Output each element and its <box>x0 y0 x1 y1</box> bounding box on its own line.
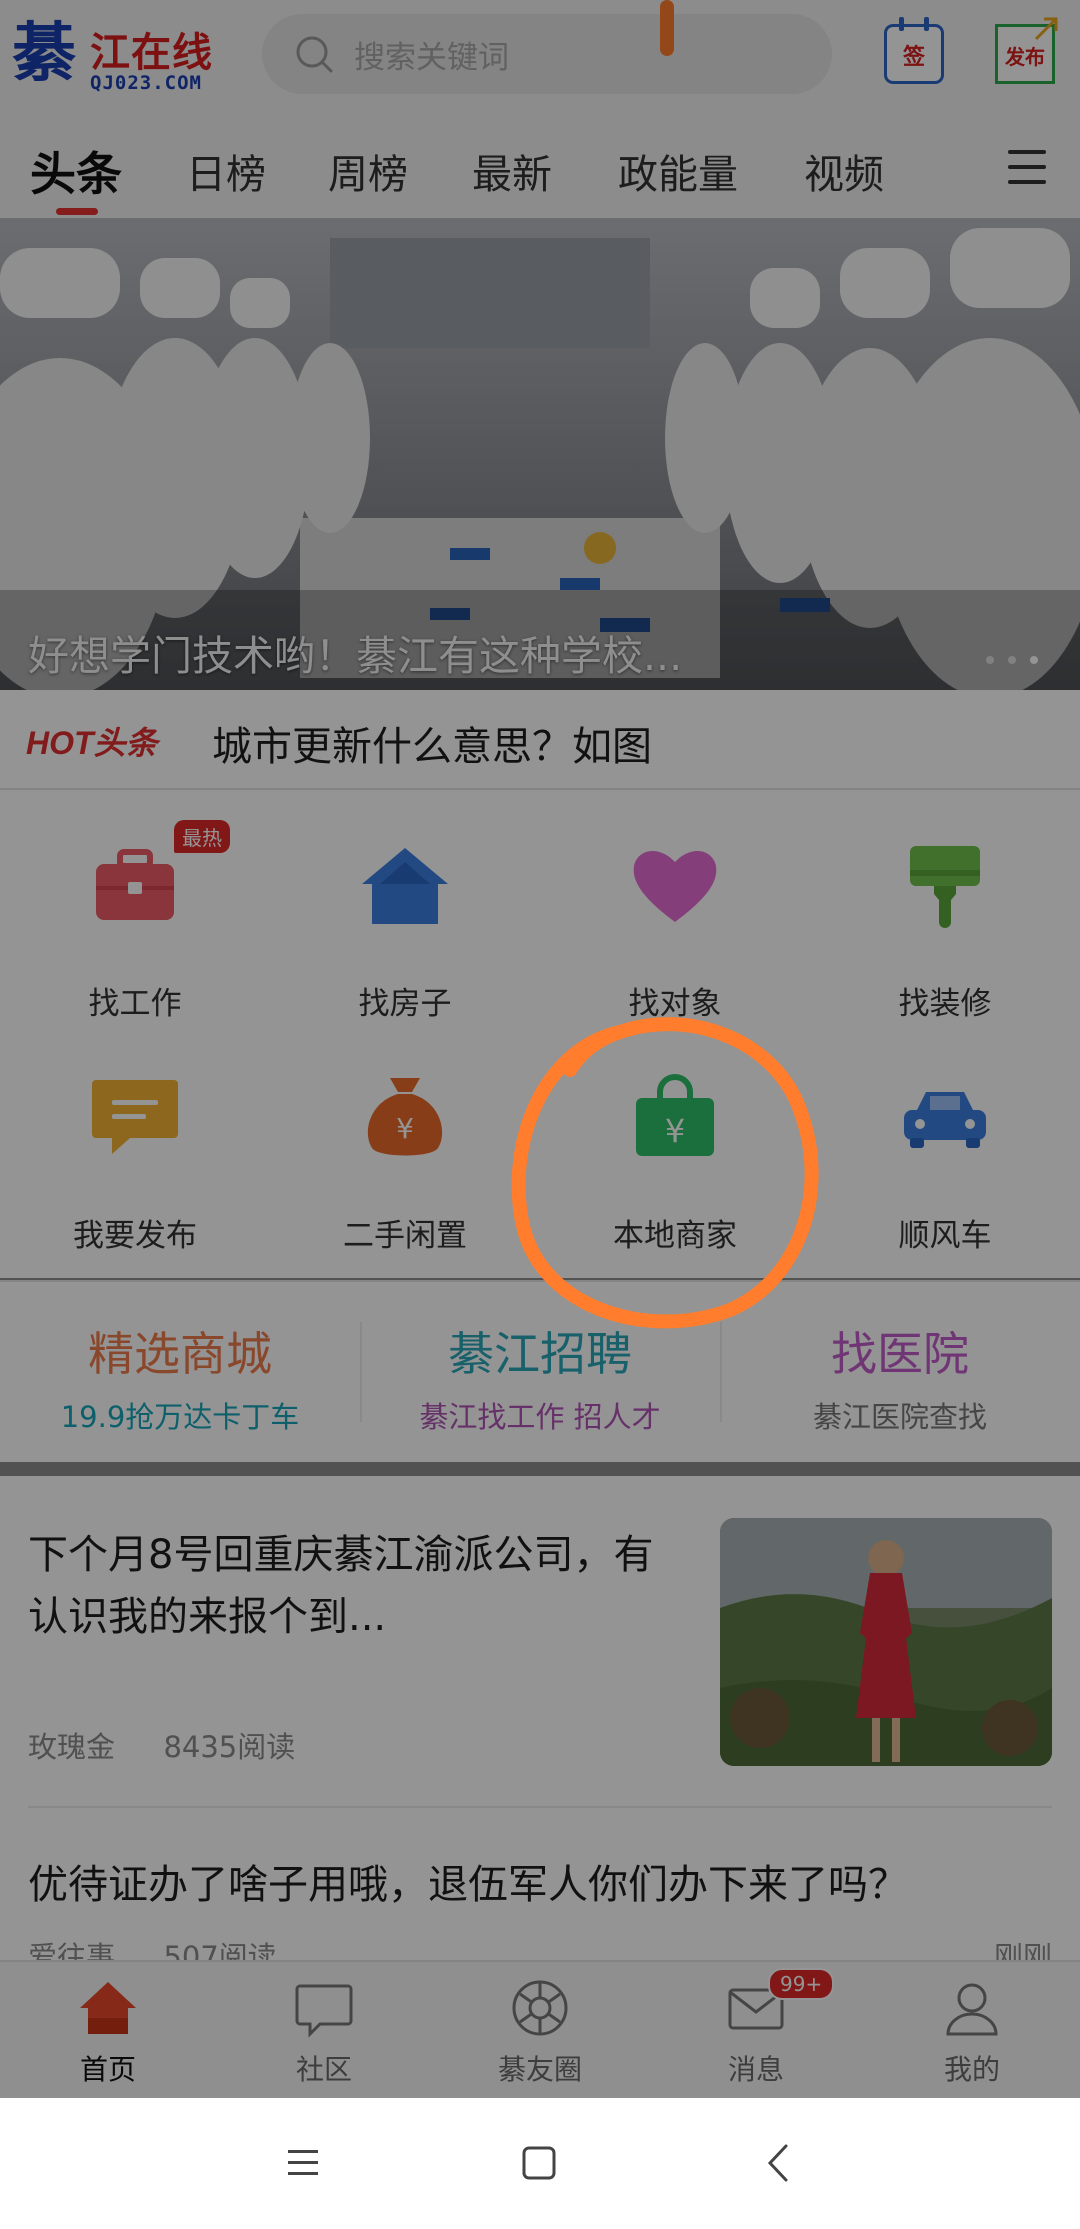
article-thumbnail <box>720 1518 1052 1766</box>
tab-latest[interactable]: 最新 <box>472 142 552 200</box>
grid-item-label: 我要发布 <box>73 1218 197 1254</box>
house-icon <box>362 848 448 924</box>
arrow-icon <box>1034 17 1058 41</box>
svg-text:¥: ¥ <box>396 1112 414 1145</box>
car-icon <box>904 1092 986 1148</box>
promo-mall[interactable]: 精选商城 19.9抢万达卡丁车 <box>0 1282 360 1462</box>
annotation-circle <box>511 1017 819 1329</box>
sign-in-button[interactable]: 签 <box>884 17 944 84</box>
tab-video[interactable]: 视频 <box>804 142 884 200</box>
promo-subtitle: 綦江找工作 招人才 <box>419 1400 661 1434</box>
grid-item-find-job[interactable]: 最热 找工作 <box>0 790 270 1022</box>
bottom-navigation: 首页 社区 綦友圈 99+ 消息 我的 <box>0 1960 1080 2100</box>
hot-headline-text: 城市更新什么意思？如图 <box>212 724 652 770</box>
menu-icon[interactable] <box>1008 150 1046 184</box>
system-navigation-bar <box>0 2098 1080 2229</box>
nav-messages[interactable]: 99+ 消息 <box>648 1962 864 2100</box>
grid-item-label: 顺风车 <box>898 1218 992 1254</box>
nav-friends-circle[interactable]: 綦友圈 <box>432 1962 648 2100</box>
search-bar[interactable]: 搜索关键词 <box>262 14 832 94</box>
tab-daily[interactable]: 日榜 <box>186 142 266 200</box>
grid-item-find-renovation[interactable]: 找装修 <box>810 790 1080 1022</box>
home-square-icon[interactable] <box>516 2140 562 2186</box>
article-title: 优待证办了啥子用哦，退伍军人你们办下来了吗？ <box>28 1862 908 1908</box>
promo-subtitle: 綦江医院查找 <box>812 1400 987 1434</box>
briefcase-icon <box>96 849 174 920</box>
search-icon <box>296 36 333 73</box>
article-reads: 8435阅读 <box>163 1730 296 1764</box>
grid-item-carpool[interactable]: 顺风车 <box>810 1022 1080 1254</box>
message-icon <box>92 1080 178 1154</box>
nav-community[interactable]: 社区 <box>216 1962 432 2100</box>
nav-label: 社区 <box>295 2053 352 2086</box>
hot-tag: HOT头条 <box>26 725 158 761</box>
logo-url: QJ023.COM <box>90 72 202 94</box>
banner-caption: 好想学门技术哟！綦江有这种学校... <box>28 632 683 680</box>
grid-item-find-house[interactable]: 找房子 <box>270 790 540 1022</box>
hot-badge: 最热 <box>174 820 230 853</box>
carousel-dot-active <box>1030 656 1038 664</box>
divider <box>28 1806 1052 1808</box>
chat-icon <box>295 1984 353 2038</box>
article-feed: 下个月8号回重庆綦江渝派公司，有认识我的来报个到... 玫瑰金 8435阅读 优… <box>0 1476 1080 1974</box>
search-placeholder: 搜索关键词 <box>354 40 509 76</box>
nav-home[interactable]: 首页 <box>0 1962 216 2100</box>
article-author: 玫瑰金 <box>28 1730 116 1764</box>
banner-carousel[interactable]: 好想学门技术哟！綦江有这种学校... <box>0 218 1080 690</box>
grid-item-label: 找工作 <box>88 986 182 1022</box>
logo-text: 江在线 <box>90 29 213 76</box>
paint-brush-icon <box>910 846 980 928</box>
carousel-dot <box>1008 656 1016 664</box>
logo-char: 綦 <box>12 16 76 91</box>
grid-item-find-partner[interactable]: 找对象 <box>540 790 810 1022</box>
menu-icon[interactable] <box>280 2140 326 2186</box>
article-meta: 玫瑰金 8435阅读 <box>28 1724 295 1766</box>
money-bag-icon: ¥ <box>367 1078 443 1156</box>
article-title: 下个月8号回重庆綦江渝派公司，有认识我的来报个到... <box>28 1532 654 1640</box>
app-logo[interactable]: 綦 江在线 QJ023.COM <box>12 14 232 96</box>
carousel-dot <box>986 656 994 664</box>
publish-button[interactable]: 发布 <box>995 17 1058 84</box>
nav-label: 綦友圈 <box>497 2053 582 2086</box>
nav-profile[interactable]: 我的 <box>864 1962 1080 2100</box>
promo-title: 精选商城 <box>88 1327 272 1381</box>
sign-in-label: 签 <box>902 45 925 70</box>
publish-label: 发布 <box>1005 45 1045 69</box>
grid-item-label: 找装修 <box>898 986 992 1022</box>
banner-image <box>0 218 1080 690</box>
nav-label: 首页 <box>79 2053 136 2086</box>
top-header: 綦 江在线 QJ023.COM 搜索关键词 签 发布 <box>0 0 1080 112</box>
aperture-icon <box>512 1980 568 2036</box>
tab-indicator <box>56 208 98 215</box>
promo-subtitle: 19.9抢万达卡丁车 <box>60 1400 300 1434</box>
nav-label: 我的 <box>943 2053 1000 2086</box>
home-icon <box>80 1982 136 2034</box>
message-count-badge: 99+ <box>768 1968 835 2000</box>
hot-headline[interactable]: HOT头条 城市更新什么意思？如图 <box>0 690 1080 790</box>
category-tabs: 头条 日榜 周榜 最新 政能量 视频 <box>0 112 1080 218</box>
nav-label: 消息 <box>727 2053 784 2086</box>
back-icon[interactable] <box>756 2140 802 2186</box>
user-icon <box>946 1983 998 2036</box>
tab-positive-energy[interactable]: 政能量 <box>618 142 738 200</box>
heart-icon <box>633 850 717 922</box>
annotation-mark <box>660 0 674 56</box>
tab-weekly[interactable]: 周榜 <box>328 142 408 200</box>
tab-headlines[interactable]: 头条 <box>30 138 122 204</box>
grid-item-publish[interactable]: 我要发布 <box>0 1022 270 1254</box>
